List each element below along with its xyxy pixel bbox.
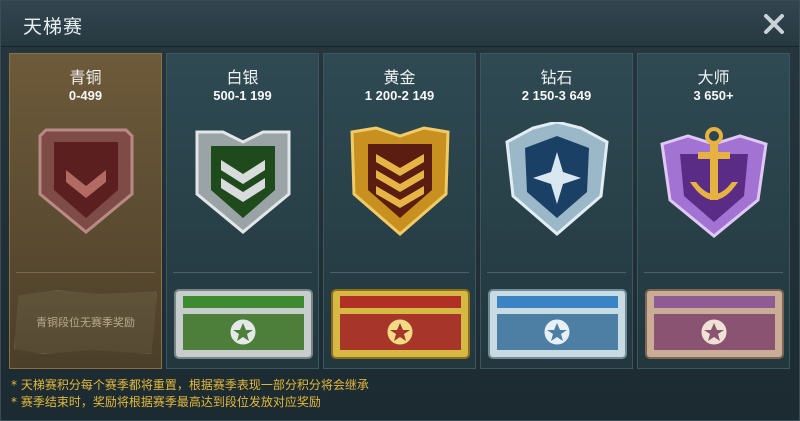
footnote-season-reset: * 天梯赛积分每个赛季都将重置，根据赛季表现一部分积分将会继承	[11, 378, 369, 392]
reward-crate-icon	[488, 289, 627, 359]
dialog-title: 天梯赛	[23, 16, 84, 38]
tier-name: 钻石	[540, 68, 573, 87]
tier-range: 2 150-3 649	[521, 88, 592, 103]
tier-range: 3 650+	[693, 88, 734, 103]
reward-crate-icon	[645, 289, 784, 359]
reward-crate-icon	[174, 289, 313, 359]
title-bar: 天梯赛	[1, 1, 799, 47]
gold-rank-badge-icon	[350, 126, 450, 236]
footnote-season-reward: * 赛季结束时，奖励将根据赛季最高达到段位发放对应奖励	[11, 395, 321, 409]
tier-card-master[interactable]: 大师 3 650+	[637, 53, 790, 369]
master-rank-badge-icon	[660, 127, 768, 238]
reward-crate-icon	[331, 289, 470, 359]
tier-list: 青铜 0-499 青铜段位无赛季奖励 白银 500-1 199 黄金 1 200…	[9, 53, 791, 369]
tier-range: 0-499	[68, 88, 103, 103]
tier-card-silver[interactable]: 白银 500-1 199	[166, 53, 319, 369]
tier-name: 大师	[697, 68, 730, 87]
close-icon[interactable]	[759, 9, 789, 39]
tier-name: 白银	[226, 68, 259, 87]
diamond-rank-badge-icon	[505, 122, 609, 236]
tier-name: 青铜	[69, 68, 102, 87]
ladder-dialog: 天梯赛 青铜 0-499 青铜段位无赛季奖励 白银 500-1 199 黄金 1…	[0, 0, 800, 421]
tier-range: 1 200-2 149	[364, 88, 435, 103]
bronze-rank-badge-icon	[38, 128, 134, 234]
silver-rank-badge-icon	[195, 130, 291, 234]
tier-divider	[173, 272, 312, 273]
tier-divider	[16, 272, 155, 273]
tier-divider	[487, 272, 626, 273]
tier-divider	[330, 272, 469, 273]
tier-name: 黄金	[383, 68, 416, 87]
tier-card-diamond[interactable]: 钻石 2 150-3 649	[480, 53, 633, 369]
tier-card-gold[interactable]: 黄金 1 200-2 149	[323, 53, 476, 369]
no-reward-note: 青铜段位无赛季奖励	[14, 290, 157, 354]
footnotes: * 天梯赛积分每个赛季都将重置，根据赛季表现一部分积分将会继承 * 赛季结束时，…	[11, 377, 791, 411]
tier-card-bronze[interactable]: 青铜 0-499 青铜段位无赛季奖励	[9, 53, 162, 369]
tier-divider	[644, 272, 783, 273]
tier-range: 500-1 199	[213, 88, 272, 103]
